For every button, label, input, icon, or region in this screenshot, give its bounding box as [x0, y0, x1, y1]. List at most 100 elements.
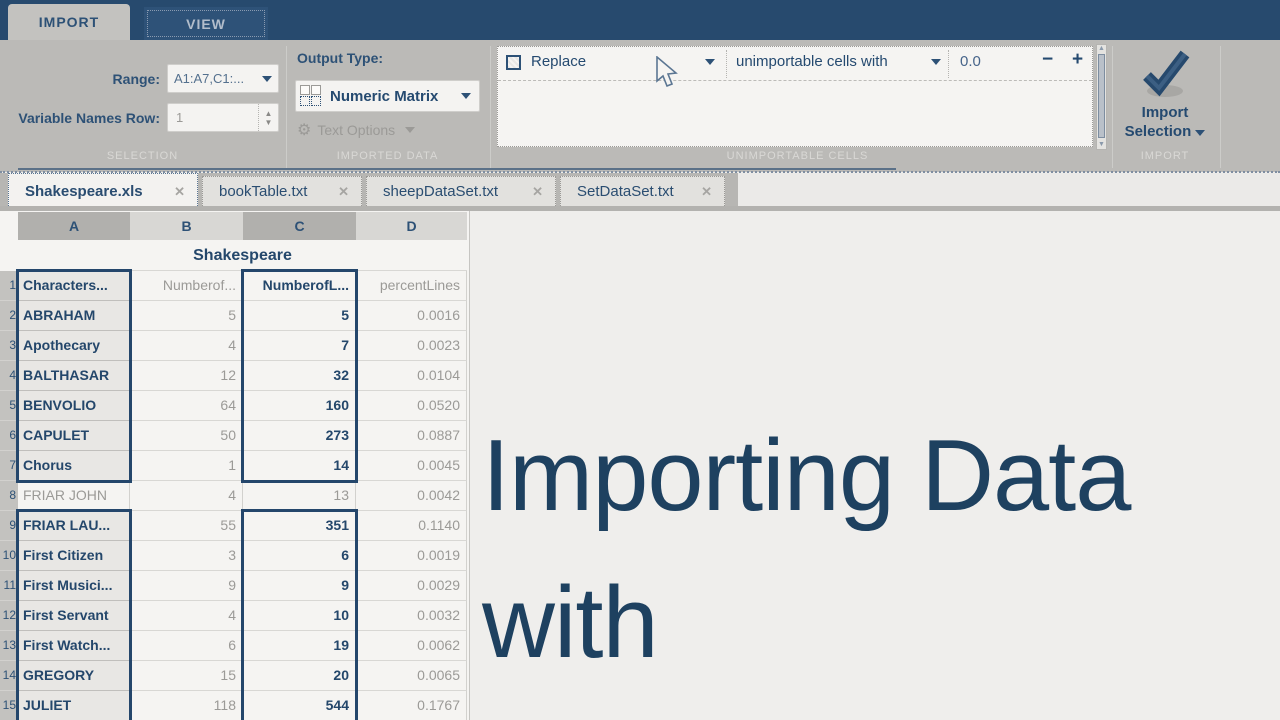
- cell-D14[interactable]: 0.0065: [356, 661, 467, 691]
- cell-C11[interactable]: 9: [243, 571, 356, 601]
- cell-B7[interactable]: 1: [130, 451, 243, 481]
- cell-D5[interactable]: 0.0520: [356, 391, 467, 421]
- cell-B14[interactable]: 15: [130, 661, 243, 691]
- chevron-down-icon[interactable]: [931, 59, 941, 65]
- column-header-A[interactable]: A: [18, 212, 130, 240]
- cell-B5[interactable]: 64: [130, 391, 243, 421]
- cell-A12[interactable]: First Servant: [18, 601, 130, 631]
- replace-checkbox[interactable]: [506, 55, 521, 70]
- cell-B2[interactable]: 5: [130, 301, 243, 331]
- file-tab-bookTable.txt[interactable]: bookTable.txt✕: [202, 176, 362, 206]
- cell-B9[interactable]: 55: [130, 511, 243, 541]
- cell-C2[interactable]: 5: [243, 301, 356, 331]
- row-number[interactable]: 8: [0, 481, 18, 511]
- cell-C9[interactable]: 351: [243, 511, 356, 541]
- cell-D1[interactable]: percentLines: [356, 271, 467, 301]
- cell-A9[interactable]: FRIAR LAU...: [18, 511, 130, 541]
- cell-A4[interactable]: BALTHASAR: [18, 361, 130, 391]
- replace-dropdown-label[interactable]: Replace: [531, 53, 586, 70]
- scrollbar-thumb[interactable]: [1098, 54, 1105, 138]
- output-type-dropdown[interactable]: Numeric Matrix: [295, 80, 480, 112]
- cell-D7[interactable]: 0.0045: [356, 451, 467, 481]
- cell-C13[interactable]: 19: [243, 631, 356, 661]
- cell-A3[interactable]: Apothecary: [18, 331, 130, 361]
- cell-C1[interactable]: NumberofL...: [243, 271, 356, 301]
- row-number[interactable]: 2: [0, 301, 18, 331]
- column-header-D[interactable]: D: [356, 212, 467, 240]
- cell-C7[interactable]: 14: [243, 451, 356, 481]
- cell-C14[interactable]: 20: [243, 661, 356, 691]
- cell-A5[interactable]: BENVOLIO: [18, 391, 130, 421]
- cell-D8[interactable]: 0.0042: [356, 481, 467, 511]
- ribbon-tab-view[interactable]: VIEW: [144, 7, 268, 40]
- close-icon[interactable]: ✕: [338, 184, 349, 200]
- cell-A1[interactable]: Characters...: [18, 271, 130, 301]
- row-number[interactable]: 9: [0, 511, 18, 541]
- cells-with-dropdown-label[interactable]: unimportable cells with: [736, 53, 888, 70]
- cell-A10[interactable]: First Citizen: [18, 541, 130, 571]
- cell-C3[interactable]: 7: [243, 331, 356, 361]
- file-tab-SetDataSet.txt[interactable]: SetDataSet.txt✕: [560, 176, 725, 206]
- row-number[interactable]: 11: [0, 571, 18, 601]
- spinner-stepper[interactable]: ▲▼: [258, 104, 278, 131]
- cell-A6[interactable]: CAPULET: [18, 421, 130, 451]
- cell-B1[interactable]: Numberof...: [130, 271, 243, 301]
- ribbon-tab-import[interactable]: IMPORT: [8, 4, 130, 40]
- close-icon[interactable]: ✕: [701, 184, 712, 200]
- text-options-button[interactable]: ⚙ Text Options: [297, 120, 415, 140]
- cell-A7[interactable]: Chorus: [18, 451, 130, 481]
- cell-B3[interactable]: 4: [130, 331, 243, 361]
- cell-D10[interactable]: 0.0019: [356, 541, 467, 571]
- cell-C12[interactable]: 10: [243, 601, 356, 631]
- file-tab-Shakespeare.xls[interactable]: Shakespeare.xls✕: [8, 173, 198, 206]
- cell-D3[interactable]: 0.0023: [356, 331, 467, 361]
- cell-D6[interactable]: 0.0887: [356, 421, 467, 451]
- merged-title-cell[interactable]: Shakespeare: [18, 241, 467, 271]
- cell-B12[interactable]: 4: [130, 601, 243, 631]
- chevron-down-icon[interactable]: [705, 59, 715, 65]
- close-icon[interactable]: ✕: [174, 184, 185, 200]
- row-number[interactable]: 10: [0, 541, 18, 571]
- row-number[interactable]: 13: [0, 631, 18, 661]
- close-icon[interactable]: ✕: [532, 184, 543, 200]
- increment-button[interactable]: +: [1072, 49, 1083, 71]
- cell-B6[interactable]: 50: [130, 421, 243, 451]
- cell-B4[interactable]: 12: [130, 361, 243, 391]
- column-header-C[interactable]: C: [243, 212, 356, 240]
- cell-A15[interactable]: JULIET: [18, 691, 130, 720]
- cell-A8[interactable]: FRIAR JOHN: [18, 481, 130, 511]
- cell-A14[interactable]: GREGORY: [18, 661, 130, 691]
- cell-C8[interactable]: 13: [243, 481, 356, 511]
- row-number[interactable]: 4: [0, 361, 18, 391]
- row-number[interactable]: 15: [0, 691, 18, 720]
- row-number[interactable]: 1: [0, 271, 18, 301]
- cell-D4[interactable]: 0.0104: [356, 361, 467, 391]
- cell-B15[interactable]: 118: [130, 691, 243, 720]
- variable-names-row-field[interactable]: 1 ▲▼: [167, 103, 279, 132]
- cell-D2[interactable]: 0.0016: [356, 301, 467, 331]
- scroll-down-icon[interactable]: ▼: [1097, 141, 1106, 149]
- cell-C15[interactable]: 544: [243, 691, 356, 720]
- cell-D12[interactable]: 0.0032: [356, 601, 467, 631]
- decrement-button[interactable]: −: [1042, 49, 1053, 71]
- cell-D15[interactable]: 0.1767: [356, 691, 467, 720]
- row-number[interactable]: 7: [0, 451, 18, 481]
- cell-D9[interactable]: 0.1140: [356, 511, 467, 541]
- row-number[interactable]: 3: [0, 331, 18, 361]
- range-combo[interactable]: A1:A7,C1:...: [167, 64, 279, 93]
- cell-D11[interactable]: 0.0029: [356, 571, 467, 601]
- cell-B8[interactable]: 4: [130, 481, 243, 511]
- row-number[interactable]: 6: [0, 421, 18, 451]
- row-number[interactable]: 12: [0, 601, 18, 631]
- replacement-value-field[interactable]: 0.0: [960, 53, 981, 70]
- cell-A13[interactable]: First Watch...: [18, 631, 130, 661]
- panel-scrollbar[interactable]: ▲ ▼: [1096, 44, 1107, 150]
- cell-C6[interactable]: 273: [243, 421, 356, 451]
- cell-D13[interactable]: 0.0062: [356, 631, 467, 661]
- cell-C4[interactable]: 32: [243, 361, 356, 391]
- cell-B13[interactable]: 6: [130, 631, 243, 661]
- cell-C5[interactable]: 160: [243, 391, 356, 421]
- row-number[interactable]: 5: [0, 391, 18, 421]
- file-tab-sheepDataSet.txt[interactable]: sheepDataSet.txt✕: [366, 176, 556, 206]
- cell-A2[interactable]: ABRAHAM: [18, 301, 130, 331]
